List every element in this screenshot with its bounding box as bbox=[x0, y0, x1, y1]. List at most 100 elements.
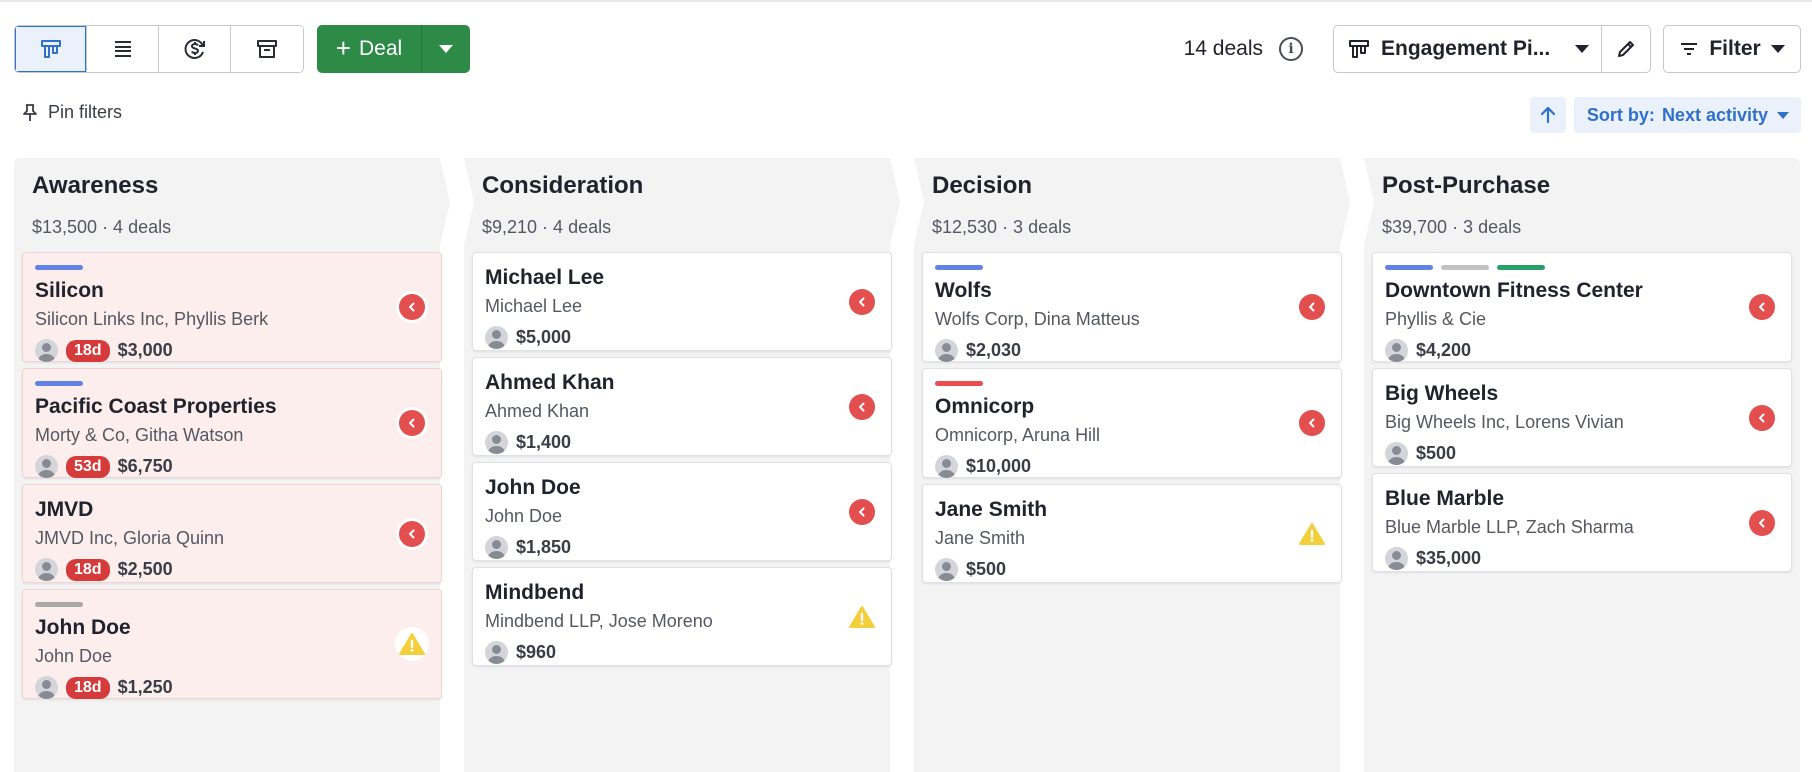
stage-column: Consideration $9,210 · 4 deals Michael Lee… bbox=[464, 158, 900, 772]
view-switcher bbox=[14, 25, 304, 73]
deal-card[interactable]: Downtown Fitness Center Phyllis & Cie $4,2… bbox=[1372, 252, 1792, 362]
owner-avatar-icon[interactable] bbox=[485, 431, 508, 454]
owner-avatar-icon[interactable] bbox=[35, 558, 58, 581]
deal-meta: $1,400 bbox=[485, 431, 879, 454]
deal-organization-contact: Blue Marble LLP, Zach Sharma bbox=[1385, 517, 1634, 537]
pipeline-icon bbox=[1349, 40, 1369, 58]
add-deal-button[interactable]: + Deal bbox=[317, 25, 422, 73]
deal-value: $5,000 bbox=[516, 327, 572, 347]
filter-label: Filter bbox=[1709, 37, 1761, 60]
deal-card[interactable]: John Doe John Doe $1,850 bbox=[472, 462, 892, 561]
deal-title[interactable]: JMVD bbox=[35, 497, 429, 523]
owner-avatar-icon[interactable] bbox=[1385, 339, 1408, 362]
owner-avatar-icon[interactable] bbox=[485, 326, 508, 349]
sort-by-dropdown[interactable]: Sort by: Next activity bbox=[1573, 97, 1801, 133]
stage-summary: $39,700 · 3 deals bbox=[1382, 217, 1522, 237]
add-deal-dropdown-button[interactable] bbox=[422, 25, 470, 73]
owner-avatar-icon[interactable] bbox=[1385, 442, 1408, 465]
pipeline-view-icon bbox=[40, 40, 61, 58]
owner-avatar-icon[interactable] bbox=[35, 455, 58, 478]
overdue-activity-icon[interactable] bbox=[399, 294, 425, 320]
owner-avatar-icon[interactable] bbox=[35, 676, 58, 699]
deal-title[interactable]: Jane Smith bbox=[935, 497, 1329, 523]
owner-avatar-icon[interactable] bbox=[485, 641, 508, 664]
edit-pipeline-button[interactable] bbox=[1602, 26, 1650, 72]
warning-icon[interactable] bbox=[1297, 520, 1327, 548]
deal-card[interactable]: John Doe John Doe 18d $1,250 bbox=[22, 589, 442, 699]
deal-title[interactable]: Blue Marble bbox=[1385, 486, 1779, 512]
pin-filters-button[interactable]: Pin filters bbox=[22, 102, 122, 123]
deal-card[interactable]: Silicon Silicon Links Inc, Phyllis Berk 18… bbox=[22, 252, 442, 362]
sort-by-value: Next activity bbox=[1661, 104, 1768, 125]
list-view-icon bbox=[114, 41, 131, 57]
deal-title[interactable]: Downtown Fitness Center bbox=[1385, 278, 1779, 304]
deal-organization-contact: Silicon Links Inc, Phyllis Berk bbox=[35, 309, 269, 329]
chevron-down-icon bbox=[439, 45, 453, 53]
deal-card[interactable]: Jane Smith Jane Smith $500 bbox=[922, 484, 1342, 583]
deal-title[interactable]: Omnicorp bbox=[935, 394, 1329, 420]
overdue-activity-icon[interactable] bbox=[1749, 404, 1775, 431]
overdue-activity-icon[interactable] bbox=[1299, 410, 1325, 436]
stage-column: Decision $12,530 · 3 deals Wolfs Wolfs Corp… bbox=[914, 158, 1350, 772]
deal-card[interactable]: Pacific Coast Properties Morty & Co, Gith… bbox=[22, 368, 442, 478]
deal-organization-contact: John Doe bbox=[485, 506, 563, 526]
deal-card[interactable]: Big Wheels Big Wheels Inc, Lorens Vivian $… bbox=[1372, 368, 1792, 467]
deal-title[interactable]: Ahmed Khan bbox=[485, 370, 879, 396]
deal-title[interactable]: Wolfs bbox=[935, 278, 1329, 304]
overdue-activity-icon[interactable] bbox=[849, 288, 875, 315]
forecast-view-button[interactable] bbox=[159, 26, 231, 72]
owner-avatar-icon[interactable] bbox=[935, 339, 958, 362]
stage-header: Consideration $9,210 · 4 deals bbox=[482, 172, 643, 238]
deal-card[interactable]: Mindbend Mindbend LLP, Jose Moreno $960 bbox=[472, 567, 892, 666]
deal-title[interactable]: Big Wheels bbox=[1385, 381, 1779, 407]
chevron-down-icon bbox=[1575, 45, 1589, 53]
stage-title: Consideration bbox=[482, 172, 644, 199]
owner-avatar-icon[interactable] bbox=[485, 536, 508, 559]
info-icon[interactable]: i bbox=[1279, 37, 1303, 61]
owner-avatar-icon[interactable] bbox=[935, 455, 958, 478]
deal-title[interactable]: John Doe bbox=[485, 475, 879, 501]
deal-meta: 53d $6,750 bbox=[35, 455, 429, 478]
pipeline-dropdown[interactable]: Engagement Pi... bbox=[1334, 26, 1602, 72]
owner-avatar-icon[interactable] bbox=[935, 558, 958, 581]
deal-title[interactable]: Pacific Coast Properties bbox=[35, 394, 429, 420]
owner-avatar-icon[interactable] bbox=[35, 339, 58, 362]
pipeline-view-button[interactable] bbox=[15, 26, 87, 72]
archive-view-icon bbox=[257, 40, 277, 58]
stage-summary: $12,530 · 3 deals bbox=[932, 217, 1072, 237]
stage-summary: $9,210 · 4 deals bbox=[482, 217, 612, 237]
warning-icon[interactable] bbox=[395, 627, 429, 661]
deal-card[interactable]: JMVD JMVD Inc, Gloria Quinn 18d $2,500 bbox=[22, 484, 442, 583]
deal-card[interactable]: Wolfs Wolfs Corp, Dina Matteus $2,030 bbox=[922, 252, 1342, 362]
deal-title[interactable]: John Doe bbox=[35, 615, 429, 641]
filter-button[interactable]: Filter bbox=[1663, 25, 1801, 73]
overdue-activity-icon[interactable] bbox=[1749, 294, 1775, 320]
stage-title: Awareness bbox=[32, 172, 159, 199]
label-tags bbox=[935, 381, 1329, 386]
rotting-days-badge: 18d bbox=[66, 558, 110, 581]
pipeline-selector: Engagement Pi... bbox=[1333, 25, 1651, 73]
toolbar: + Deal bbox=[14, 25, 470, 73]
owner-avatar-icon[interactable] bbox=[1385, 547, 1408, 570]
archive-view-button[interactable] bbox=[231, 26, 303, 72]
sort-by-label: Sort by: bbox=[1586, 104, 1655, 125]
overdue-activity-icon[interactable] bbox=[1299, 294, 1325, 320]
list-view-button[interactable] bbox=[87, 26, 159, 72]
deal-card[interactable]: Michael Lee Michael Lee $5,000 bbox=[472, 252, 892, 351]
sort-direction-button[interactable] bbox=[1529, 97, 1566, 133]
deal-title[interactable]: Mindbend bbox=[485, 580, 879, 606]
deal-title[interactable]: Michael Lee bbox=[485, 265, 879, 291]
deal-card[interactable]: Blue Marble Blue Marble LLP, Zach Sharma $… bbox=[1372, 473, 1792, 572]
deal-title[interactable]: Silicon bbox=[35, 278, 429, 304]
deal-value: $2,030 bbox=[966, 340, 1022, 360]
deal-card[interactable]: Ahmed Khan Ahmed Khan $1,400 bbox=[472, 357, 892, 456]
overdue-activity-icon[interactable] bbox=[399, 520, 425, 547]
overdue-activity-icon[interactable] bbox=[849, 393, 875, 420]
deal-card[interactable]: Omnicorp Omnicorp, Aruna Hill $10,000 bbox=[922, 368, 1342, 478]
warning-icon[interactable] bbox=[847, 603, 877, 631]
label-tags bbox=[1385, 265, 1779, 270]
deal-organization-contact: JMVD Inc, Gloria Quinn bbox=[35, 528, 225, 548]
overdue-activity-icon[interactable] bbox=[1749, 509, 1775, 536]
overdue-activity-icon[interactable] bbox=[849, 498, 875, 525]
overdue-activity-icon[interactable] bbox=[399, 410, 425, 436]
